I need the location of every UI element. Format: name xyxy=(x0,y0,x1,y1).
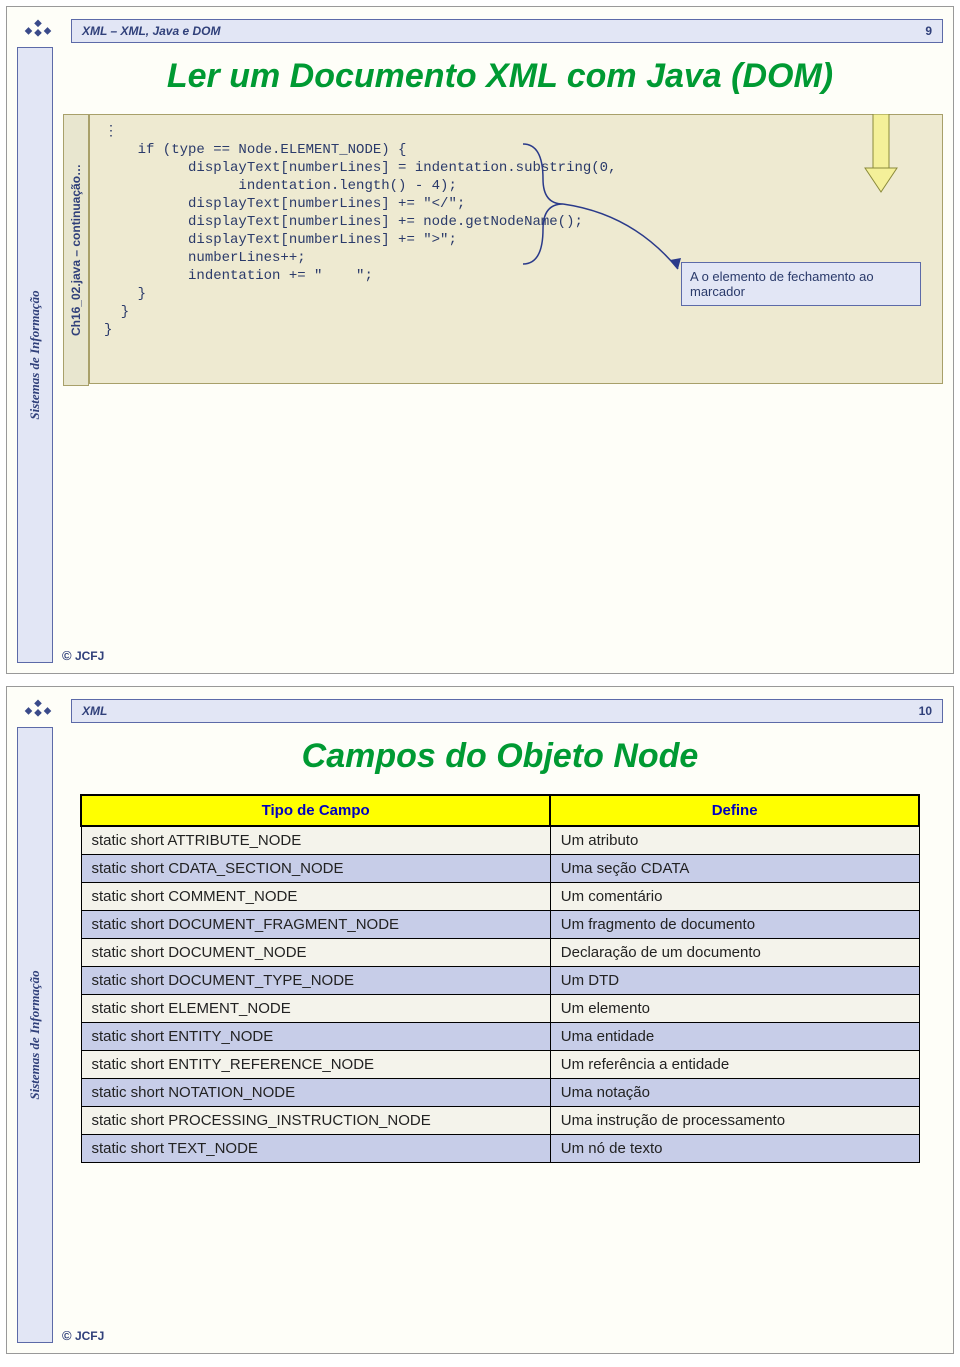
table-row: static short DOCUMENT_TYPE_NODEUm DTD xyxy=(81,967,919,995)
cell-define: Um DTD xyxy=(550,967,919,995)
slide-title: Campos do Objeto Node xyxy=(57,737,943,776)
header-bar: XML – XML, Java e DOM 9 xyxy=(71,19,943,43)
col-header-define: Define xyxy=(550,795,919,826)
cell-type: static short COMMENT_NODE xyxy=(81,883,550,911)
cell-type: static short ENTITY_NODE xyxy=(81,1023,550,1051)
table-row: static short ELEMENT_NODEUm elemento xyxy=(81,995,919,1023)
table-row: static short CDATA_SECTION_NODEUma seção… xyxy=(81,855,919,883)
cell-define: Um comentário xyxy=(550,883,919,911)
table-row: static short NOTATION_NODEUma notação xyxy=(81,1079,919,1107)
cell-type: static short NOTATION_NODE xyxy=(81,1079,550,1107)
cell-type: static short ATTRIBUTE_NODE xyxy=(81,826,550,855)
table-row: static short TEXT_NODEUm nó de texto xyxy=(81,1135,919,1163)
footer: © JCFJ xyxy=(62,648,104,663)
table-row: static short PROCESSING_INSTRUCTION_NODE… xyxy=(81,1107,919,1135)
cell-define: Um fragmento de documento xyxy=(550,911,919,939)
table-row: static short ENTITY_REFERENCE_NODEUm ref… xyxy=(81,1051,919,1079)
node-fields-table: Tipo de Campo Define static short ATTRIB… xyxy=(80,794,920,1163)
cell-define: Um elemento xyxy=(550,995,919,1023)
arrow-down-icon xyxy=(859,114,903,199)
col-header-type: Tipo de Campo xyxy=(81,795,550,826)
file-label: Ch16_02.java – continuação… xyxy=(69,164,83,336)
callout-box: A o elemento de fechamento ao marcador xyxy=(681,262,921,306)
cell-define: Uma entidade xyxy=(550,1023,919,1051)
cell-define: Um atributo xyxy=(550,826,919,855)
slide-content: Campos do Objeto Node Tipo de Campo Defi… xyxy=(57,727,943,1313)
cell-type: static short ELEMENT_NODE xyxy=(81,995,550,1023)
page-number: 10 xyxy=(919,704,932,718)
slide-title: Ler um Documento XML com Java (DOM) xyxy=(57,57,943,96)
code-box-wrap: Ch16_02.java – continuação… ⋮ if (type =… xyxy=(65,114,943,384)
slide-10: XML 10 Sistemas de Informação Campos do … xyxy=(6,686,954,1354)
cell-type: static short CDATA_SECTION_NODE xyxy=(81,855,550,883)
cell-type: static short TEXT_NODE xyxy=(81,1135,550,1163)
table-row: static short COMMENT_NODEUm comentário xyxy=(81,883,919,911)
copyright-icon: © xyxy=(62,1328,72,1343)
cell-define: Uma instrução de processamento xyxy=(550,1107,919,1135)
sidebar: Sistemas de Informação xyxy=(17,727,53,1343)
cell-type: static short PROCESSING_INSTRUCTION_NODE xyxy=(81,1107,550,1135)
copyright-icon: © xyxy=(62,648,72,663)
cell-type: static short ENTITY_REFERENCE_NODE xyxy=(81,1051,550,1079)
slide-content: Ler um Documento XML com Java (DOM) Ch16… xyxy=(57,47,943,633)
table-row: static short ATTRIBUTE_NODEUm atributo xyxy=(81,826,919,855)
footer-text: JCFJ xyxy=(75,1329,104,1343)
cell-define: Uma notação xyxy=(550,1079,919,1107)
footer-text: JCFJ xyxy=(75,649,104,663)
sidebar-label: Sistemas de Informação xyxy=(27,970,43,1099)
cell-define: Declaração de um documento xyxy=(550,939,919,967)
header-title: XML – XML, Java e DOM xyxy=(82,24,221,38)
cell-define: Uma seção CDATA xyxy=(550,855,919,883)
footer: © JCFJ xyxy=(62,1328,104,1343)
cell-type: static short DOCUMENT_FRAGMENT_NODE xyxy=(81,911,550,939)
cell-define: Um nó de texto xyxy=(550,1135,919,1163)
page-number: 9 xyxy=(925,24,932,38)
table-row: static short DOCUMENT_FRAGMENT_NODEUm fr… xyxy=(81,911,919,939)
cell-type: static short DOCUMENT_NODE xyxy=(81,939,550,967)
cell-define: Um referência a entidade xyxy=(550,1051,919,1079)
slide-9: XML – XML, Java e DOM 9 Sistemas de Info… xyxy=(6,6,954,674)
sidebar-label: Sistemas de Informação xyxy=(27,290,43,419)
cell-type: static short DOCUMENT_TYPE_NODE xyxy=(81,967,550,995)
logo-icon xyxy=(19,17,57,43)
header-bar: XML 10 xyxy=(71,699,943,723)
header-title: XML xyxy=(82,704,107,718)
table-row: static short DOCUMENT_NODEDeclaração de … xyxy=(81,939,919,967)
file-tab: Ch16_02.java – continuação… xyxy=(63,114,89,386)
table-row: static short ENTITY_NODEUma entidade xyxy=(81,1023,919,1051)
sidebar: Sistemas de Informação xyxy=(17,47,53,663)
logo-icon xyxy=(19,697,57,723)
